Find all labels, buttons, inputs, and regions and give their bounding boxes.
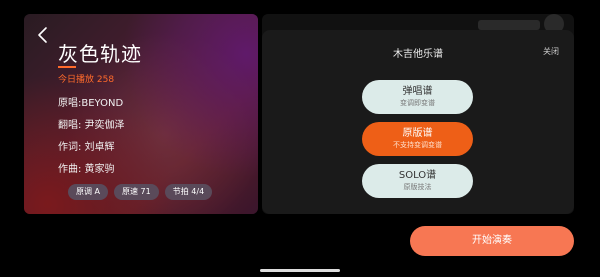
option-solo[interactable]: SOLO谱 原版技法: [362, 164, 473, 198]
option-subtitle: 原版技法: [403, 183, 432, 191]
dialog-title: 木吉他乐谱: [393, 49, 443, 60]
option-title: 原版谱: [402, 128, 433, 139]
key-tag: 原调 A: [68, 184, 109, 200]
composer: 作曲: 黄家驹: [58, 164, 115, 175]
option-strum-sing[interactable]: 弹唱谱 变调即变谱: [362, 80, 473, 114]
time-signature-tag: 节拍 4/4: [164, 184, 213, 200]
title-underline: [58, 66, 76, 68]
song-card: 灰色轨迹 今日播放 258 原唱:BEYOND 翻唱: 尹奕伽泽 作词: 刘卓辉…: [24, 14, 258, 214]
option-subtitle: 变调即变谱: [400, 99, 435, 107]
background-pill: [478, 20, 540, 30]
tempo-tag: 原速 71: [114, 184, 159, 200]
home-indicator[interactable]: [260, 269, 340, 272]
option-subtitle: 不支持变调变谱: [393, 141, 442, 149]
daily-plays-count: 258: [96, 75, 115, 85]
song-title: 灰色轨迹: [58, 42, 142, 66]
daily-plays: 今日播放 258: [58, 72, 114, 85]
option-title: SOLO谱: [398, 170, 437, 181]
sheet-type-dialog: 木吉他乐谱 关闭 弹唱谱 变调即变谱 原版谱 不支持变调变谱 SOLO谱 原版技…: [262, 30, 574, 214]
original-singer: 原唱:BEYOND: [58, 98, 124, 109]
option-title: 弹唱谱: [402, 86, 433, 97]
daily-plays-label: 今日播放: [58, 75, 95, 85]
lyricist: 作词: 刘卓辉: [58, 142, 115, 153]
cover-singer: 翻唱: 尹奕伽泽: [58, 120, 125, 131]
start-play-button[interactable]: 开始演奏: [410, 226, 574, 256]
close-button[interactable]: 关闭: [543, 46, 559, 57]
tag-list: 原调 A 原速 71 节拍 4/4: [68, 184, 213, 200]
option-original[interactable]: 原版谱 不支持变调变谱: [362, 122, 473, 156]
chevron-left-icon[interactable]: [34, 24, 50, 46]
